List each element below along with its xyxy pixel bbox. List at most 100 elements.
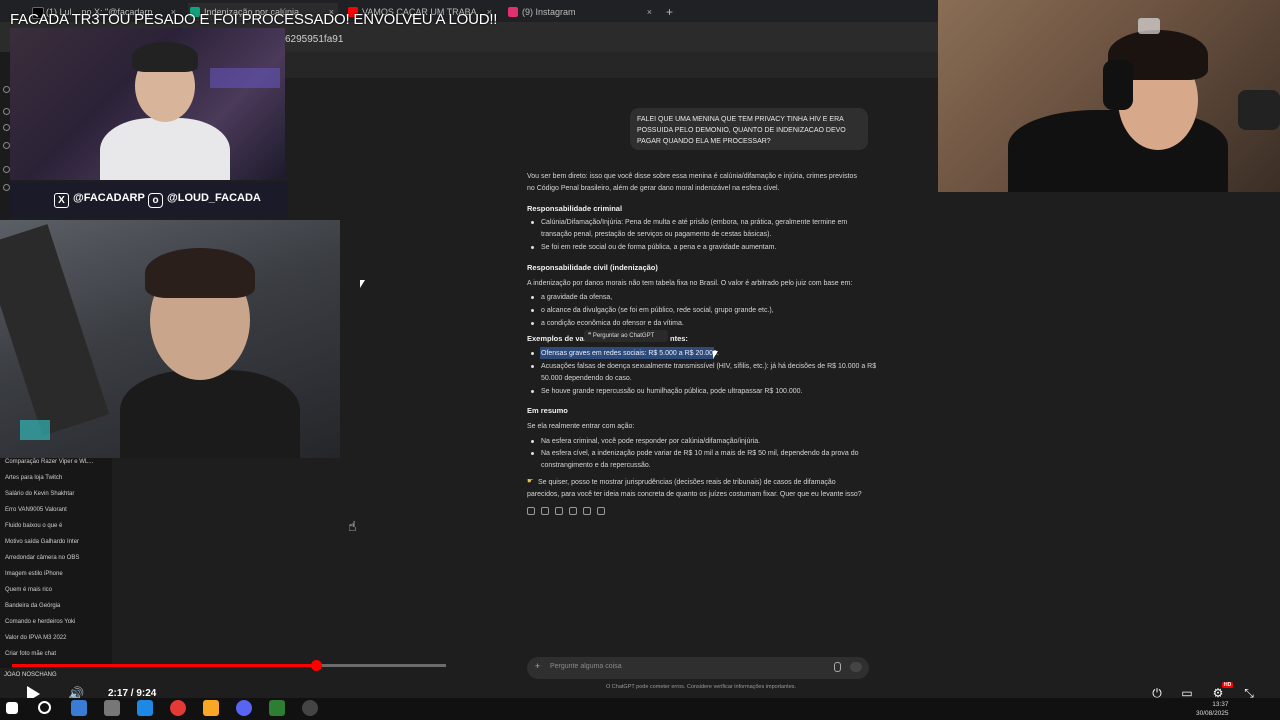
history-item[interactable]: Comparação Razer Viper e WL... (5, 459, 93, 465)
bullet (531, 365, 534, 368)
copy-icon[interactable] (527, 507, 535, 515)
side-icon[interactable] (3, 166, 10, 173)
bullet (531, 352, 534, 355)
section-heading-criminal: Responsabilidade criminal (527, 204, 623, 213)
response-text: 50.000 dependendo do caso. (541, 375, 632, 382)
history-item[interactable]: Criar foto mãe chat (5, 651, 56, 657)
response-text: Se ela realmente entrar com ação: (527, 423, 635, 430)
response-text: Na esfera cível, a indenização pode vari… (541, 450, 859, 457)
pointing-hand-icon: ☛ (527, 478, 534, 485)
obs-icon[interactable] (302, 700, 318, 716)
video-title: FACADA TR3TOU PESADO E FOI PROCESSADO! E… (10, 11, 498, 28)
ask-chatgpt-tooltip[interactable]: ❞ Perguntar ao ChatGPT (584, 330, 668, 342)
instagram-icon: o (148, 193, 163, 208)
share-icon[interactable] (583, 507, 591, 515)
response-text: Acusações falsas de doença sexualmente t… (541, 363, 877, 370)
browser-tab-instagram[interactable]: (9) Instagram × (506, 3, 656, 21)
bullet (531, 246, 534, 249)
history-item[interactable]: Valor do IPVA M3 2022 (5, 635, 66, 641)
bullet (531, 322, 534, 325)
url-text[interactable]: 6295951fa91 (285, 34, 343, 45)
video-progress-fill (12, 664, 316, 667)
section-heading-examples-end: ntes: (670, 334, 688, 343)
voice-mode-button[interactable] (850, 662, 862, 672)
history-item[interactable]: Salário do Kevin Shakhtar (5, 491, 74, 497)
bullet (531, 221, 534, 224)
search-icon[interactable] (38, 701, 51, 714)
response-text: transação penal, prestação de serviços o… (541, 231, 772, 238)
response-text: Se quiser, posso te mostrar jurisprudênc… (538, 479, 836, 486)
bullet (531, 296, 534, 299)
video-scrubber-handle[interactable] (311, 660, 322, 671)
microphone-icon[interactable] (834, 662, 841, 672)
thumbs-up-icon[interactable] (541, 507, 549, 515)
response-text: A indenização por danos morais não tem t… (527, 280, 853, 287)
instagram-handle: o @LOUD_FACADA (148, 192, 261, 208)
history-item[interactable]: Artes para loja Twitch (5, 475, 62, 481)
disclaimer-text: O ChatGPT pode cometer erros. Considere … (606, 684, 797, 690)
history-item[interactable]: Arredondar câmera no OBS (5, 555, 79, 561)
chat-history-sidebar: Comparação Razer Viper e WL... Artes par… (0, 458, 112, 668)
bullet (531, 309, 534, 312)
plus-icon[interactable]: + (535, 661, 540, 671)
response-text: a condição econômica do ofensor e da vít… (541, 320, 684, 327)
read-aloud-icon[interactable] (569, 507, 577, 515)
response-text: parecidos, para você ter ideia mais conc… (527, 491, 862, 498)
viewer-name: JOAO NOSCHANG (4, 672, 57, 678)
thumbs-down-icon[interactable] (555, 507, 563, 515)
app-icon[interactable] (269, 700, 285, 716)
response-text: no Código Penal brasileiro, além de gera… (527, 185, 780, 192)
user-message-text: FALEI QUE UMA MENINA QUE TEM PRIVACY TIN… (637, 116, 846, 145)
history-item[interactable]: Imagem estilo iPhone (5, 571, 63, 577)
history-item[interactable]: Comando e herdeiros Yoki (5, 619, 75, 625)
webcam-streamer-3 (938, 0, 1280, 192)
side-icon[interactable] (3, 184, 10, 191)
mouse-cursor-icon (360, 280, 365, 288)
side-icon[interactable] (3, 108, 10, 115)
side-icon[interactable] (3, 142, 10, 149)
webcam-streamer-2 (0, 220, 340, 458)
selected-text[interactable]: Ofensas graves em redes sociais: R$ 5.00… (541, 348, 719, 360)
history-item[interactable]: Bandeira da Geórgia (5, 603, 60, 609)
mouse-cursor-icon (713, 351, 718, 359)
response-text: Se houve grande repercussão ou humilhaçã… (541, 388, 803, 395)
response-text: constrangimento e da repercussão. (541, 462, 651, 469)
new-tab-button[interactable]: + (662, 3, 682, 21)
page-header-bar (285, 52, 938, 78)
browser-side-strip (0, 52, 10, 222)
response-text: Se foi em rede social ou de forma públic… (541, 244, 777, 251)
clock-time: 13:37 (1212, 701, 1229, 708)
response-text: Na esfera criminal, você pode responder … (541, 438, 761, 445)
windows-taskbar (0, 698, 1280, 720)
bullet (531, 440, 534, 443)
social-banner: X @FACADARP o @LOUD_FACADA (10, 182, 288, 218)
history-item[interactable]: Motivo saída Galhardo Inter (5, 539, 79, 545)
app-icon[interactable] (104, 700, 120, 716)
history-item[interactable]: Quem é mais rico (5, 587, 52, 593)
section-heading-examples: Exemplos de valo (527, 334, 591, 343)
response-text: a gravidade da ofensa, (541, 294, 613, 301)
chat-input-placeholder[interactable]: Pergunte alguma coisa (550, 663, 622, 670)
discord-icon[interactable] (236, 700, 252, 716)
history-item[interactable]: Fluido baixou o que é (5, 523, 62, 529)
regenerate-icon[interactable] (597, 507, 605, 515)
chrome-icon[interactable] (170, 700, 186, 716)
side-icon[interactable] (3, 86, 10, 93)
bullet (531, 452, 534, 455)
webcam-streamer-1 (10, 28, 285, 180)
bullet (531, 390, 534, 393)
close-tab-icon[interactable]: × (647, 3, 652, 21)
response-text: Calúnia/Difamação/Injúria: Pena de multa… (541, 219, 848, 226)
response-text: Vou ser bem direto: isso que você disse … (527, 173, 857, 180)
section-heading-summary: Em resumo (527, 406, 568, 415)
side-icon[interactable] (3, 124, 10, 131)
windows-start-icon[interactable] (6, 702, 18, 714)
history-item[interactable]: Erro VAN9005 Valorant (5, 507, 67, 513)
taskbar-clock[interactable]: 13:37 30/08/2025 (1196, 700, 1229, 718)
x-handle: X @FACADARP (54, 192, 145, 208)
hd-badge: HD (1222, 682, 1234, 688)
instagram-icon (508, 7, 518, 17)
app-icon[interactable] (137, 700, 153, 716)
app-icon[interactable] (71, 700, 87, 716)
file-explorer-icon[interactable] (203, 700, 219, 716)
